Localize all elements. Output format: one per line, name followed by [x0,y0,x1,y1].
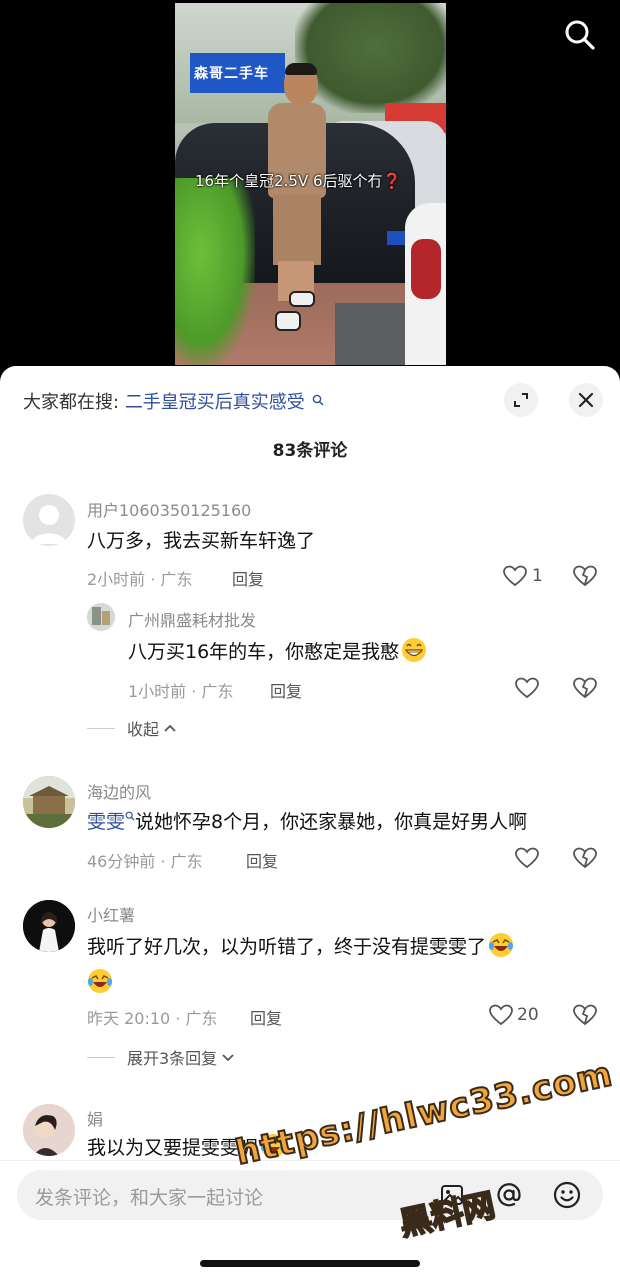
reply-item: 广州鼎盛耗材批发 八万买16年的车，你憨定是我憨 1小时前 · 广东 回复 [0,601,620,701]
suggested-search[interactable]: 大家都在搜: 二手皇冠买后真实感受 [23,388,324,414]
tail-light [411,239,441,299]
heart-icon [515,677,539,699]
broken-heart-icon[interactable] [572,676,598,704]
broken-heart-icon[interactable] [572,1003,598,1031]
comment-username[interactable]: 用户1060350125160 [87,497,251,521]
comment-count: 83条评论 [272,441,348,461]
emoji-icon[interactable] [552,1180,582,1210]
reply-button[interactable]: 回复 [232,566,264,590]
broken-heart-icon[interactable] [572,564,598,592]
collapse-replies-button[interactable]: 收起 [87,716,177,740]
person-shoe [275,311,301,331]
reply-button[interactable]: 回复 [250,1005,282,1029]
divider [87,727,115,729]
shop-sign-text: 森哥二手车 [194,66,269,82]
video-tree [295,3,446,113]
comment-username[interactable]: 广州鼎盛耗材批发 [128,607,256,631]
search-icon [312,390,324,411]
comment-time-location: 2小时前 · 广东 [87,570,193,589]
comment-text-body: 说她怀孕8个月，你还家暴她，你真是好男人啊 [135,811,528,833]
divider [87,1056,115,1058]
avatar[interactable] [23,494,75,546]
like-button[interactable] [514,676,540,700]
like-count: 1 [532,566,543,586]
search-icon [125,811,135,821]
heart-icon [515,847,539,869]
comment-item: 海边的风 雯雯 说她怀孕8个月，你还家暴她，你真是好男人啊 46分钟前 · 广东 … [0,774,620,874]
collapse-label: 收起 [127,720,160,739]
comment-time-location: 46分钟前 · 广东 [87,852,203,871]
screen: { "video": { "caption": "16年个皇冠2.5V 6后驱个… [0,0,620,1280]
comment-text[interactable]: 八万买16年的车，你憨定是我憨 [128,636,427,668]
video-player[interactable]: 森哥二手车 16年个皇冠2.5V 6后驱个冇❓ [0,0,620,380]
comment-username[interactable]: 小红薯 [87,902,135,926]
at-icon[interactable] [494,1180,524,1210]
grin-emoji-icon [402,638,427,662]
heart-icon [503,565,527,587]
plant-leaves [175,178,255,365]
comment-item: 用户1060350125160 八万多，我去买新车轩逸了 2小时前 · 广东 回… [0,492,620,592]
like-button[interactable]: 20 [488,1003,539,1027]
expand-replies-button[interactable]: 展开3条回复 [87,1045,235,1069]
comment-input[interactable]: 发条评论，和大家一起讨论 [17,1170,603,1220]
comment-time-location: 昨天 20:10 · 广东 [87,1009,218,1028]
laugh-cry-emoji-icon [88,969,112,993]
suggested-search-term[interactable]: 二手皇冠买后真实感受 [125,392,305,413]
broken-heart-icon[interactable] [572,846,598,874]
suggested-search-prefix: 大家都在搜: [23,392,120,413]
comment-username[interactable]: 海边的风 [87,779,151,803]
expand-icon[interactable] [504,383,538,417]
comment-username[interactable]: 娟 [87,1106,103,1130]
person-shoe [289,291,315,307]
comment-item: 小红薯 我听了好几次，以为听错了，终于没有提雯雯了 昨天 20:10 · 广东 … [0,899,620,1059]
shop-sign: 森哥二手车 [190,53,285,93]
laugh-cry-emoji-icon [489,933,514,957]
comment-text[interactable]: 我听了好几次，以为听错了，终于没有提雯雯了 [87,929,597,1001]
video-caption: 16年个皇冠2.5V 6后驱个冇❓ [195,172,402,190]
avatar[interactable] [23,900,75,952]
expand-replies-label: 展开3条回复 [127,1049,218,1068]
close-icon[interactable] [569,383,603,417]
person-shorts [273,195,321,265]
like-button[interactable] [514,846,540,870]
comment-time-location: 1小时前 · 广东 [128,682,234,701]
heart-icon [489,1004,513,1026]
search-icon[interactable] [562,17,598,53]
avatar[interactable] [87,603,115,631]
chevron-up-icon [164,724,176,732]
video-frame[interactable]: 森哥二手车 16年个皇冠2.5V 6后驱个冇❓ [175,3,446,365]
mention-link[interactable]: 雯雯 [87,811,125,833]
like-count: 20 [517,1005,539,1025]
comment-text[interactable]: 八万多，我去买新车轩逸了 [87,525,315,557]
comment-input-placeholder: 发条评论，和大家一起讨论 [35,1187,264,1209]
avatar[interactable] [23,776,75,828]
like-button[interactable]: 1 [502,564,543,588]
avatar[interactable] [23,1104,75,1156]
reply-button[interactable]: 回复 [246,848,278,872]
comment-text-body: 我听了好几次，以为听错了，终于没有提雯雯了 [87,936,487,958]
home-indicator [200,1260,420,1267]
comment-text[interactable]: 雯雯 说她怀孕8个月，你还家暴她，你真是好男人啊 [87,806,527,838]
reply-button[interactable]: 回复 [270,678,302,702]
comment-text-body: 八万买16年的车，你憨定是我憨 [128,641,400,663]
chevron-down-icon [222,1054,234,1062]
person-hair [285,63,317,75]
